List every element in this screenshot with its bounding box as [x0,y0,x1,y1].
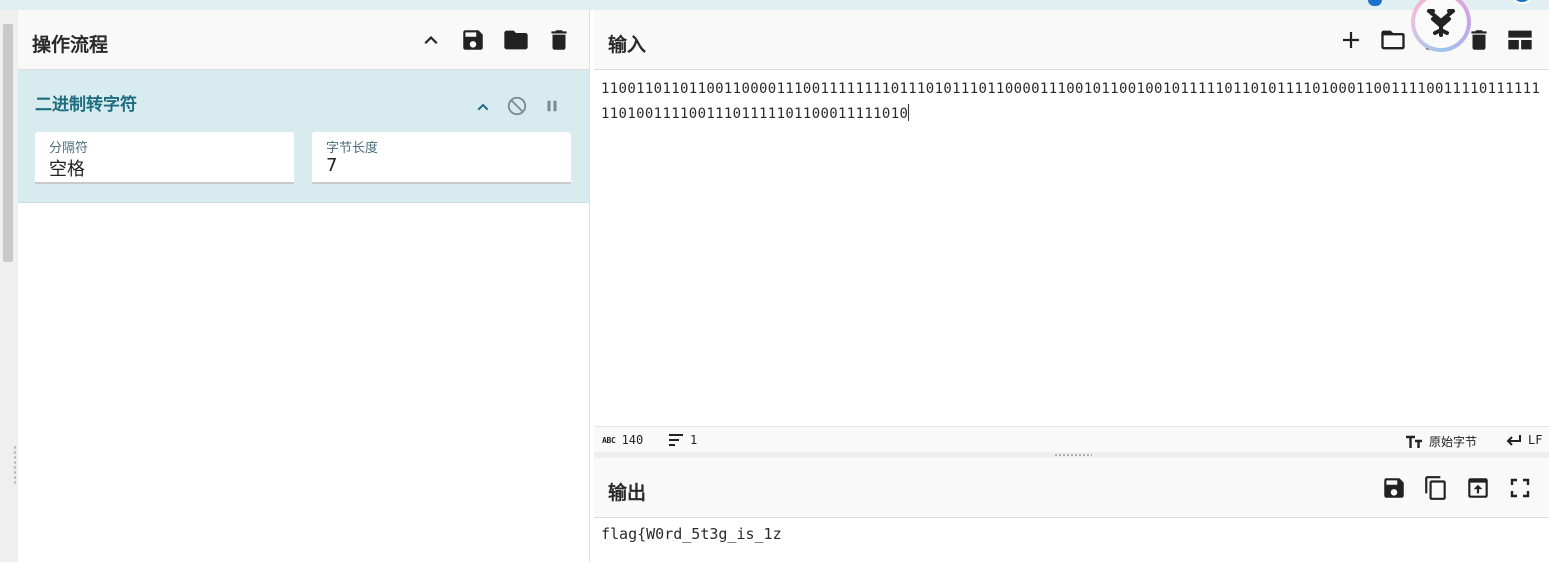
upload-icon [1468,478,1488,498]
line-count-value: 1 [690,433,698,447]
return-icon [1506,435,1521,446]
folder-icon [504,30,528,50]
lines-icon [669,434,683,446]
text-caret [908,104,910,121]
input-text: 1100110110110011000011100111111110111010… [601,81,1541,122]
folder-open-icon [1381,30,1405,50]
chevron-up-icon [477,103,489,111]
delimiter-field[interactable]: 分隔符 空格 [35,132,294,184]
open-file-button[interactable] [1379,26,1407,54]
breakpoint-button[interactable] [538,92,566,120]
load-recipe-button[interactable] [502,26,530,54]
input-title: 输入 [608,34,647,56]
disable-icon [507,96,527,116]
save-icon [463,30,483,50]
operation-from-binary[interactable]: 二进制转字符 分隔符 空格 字节长度 7 [18,70,589,203]
operation-title: 二进制转字符 [35,95,137,115]
abc-icon: ABC [602,435,616,445]
plus-icon [1343,32,1359,48]
encoding-label: 原始字节 [1429,435,1478,449]
recipe-panel: 操作流程 二进制转字符 分隔符 空格 字节长度 7 [18,10,590,562]
input-header: 输入 [594,10,1549,70]
text-size-icon [1406,435,1422,448]
eol-selector[interactable]: LF [1506,433,1542,447]
chevron-up-icon [424,35,438,45]
divider-grip[interactable] [1054,453,1092,457]
input-status-bar: ABC 140 1 原始字节 LF [594,426,1549,452]
byte-length-field[interactable]: 字节长度 7 [312,132,571,184]
recipe-header: 操作流程 [18,10,589,70]
delimiter-label: 分隔符 [49,141,89,156]
scroll-thumb[interactable] [3,24,13,262]
copy-icon [1425,476,1446,500]
top-band [0,0,1549,10]
operations-scrollbar[interactable] [0,10,18,562]
disable-operation-button[interactable] [503,92,531,120]
save-recipe-button[interactable] [459,26,487,54]
trash-icon [1471,30,1487,50]
recipe-title: 操作流程 [32,34,109,56]
output-panel: 输出 flag{W0rd_5t3g_is_1z [594,458,1549,562]
resize-handle[interactable] [13,445,17,485]
byte-length-label: 字节长度 [326,141,379,156]
fullscreen-icon [1510,478,1530,498]
add-input-tab-button[interactable] [1337,26,1365,54]
line-count: 1 [668,433,697,447]
delimiter-value[interactable]: 空格 [49,155,279,181]
input-textarea[interactable]: 1100110110110011000011100111111110111010… [601,77,1545,127]
logo-icon [1427,9,1455,37]
output-text[interactable]: flag{W0rd_5t3g_is_1z [601,525,782,543]
save-output-button[interactable] [1380,474,1408,502]
pause-icon [547,100,557,112]
save-icon [1384,478,1404,498]
collapse-operation-button[interactable] [469,93,497,121]
char-count: ABC 140 [602,433,643,447]
collapse-all-button[interactable] [417,26,445,54]
eol-label: LF [1528,433,1543,447]
input-panel: 输入 1100110110110011000011100111111110111… [594,10,1549,450]
encoding-selector[interactable]: 原始字节 [1405,433,1477,450]
replace-input-button[interactable] [1464,474,1492,502]
clear-recipe-button[interactable] [545,26,573,54]
layout-icon [1508,30,1532,50]
reset-layout-button[interactable] [1506,26,1534,54]
copy-output-button[interactable] [1422,474,1450,502]
maximise-output-button[interactable] [1506,474,1534,502]
char-count-value: 140 [621,433,644,447]
output-header: 输出 [594,458,1549,518]
byte-length-value[interactable]: 7 [326,155,556,176]
output-title: 输出 [608,482,647,504]
trash-icon [551,30,567,50]
